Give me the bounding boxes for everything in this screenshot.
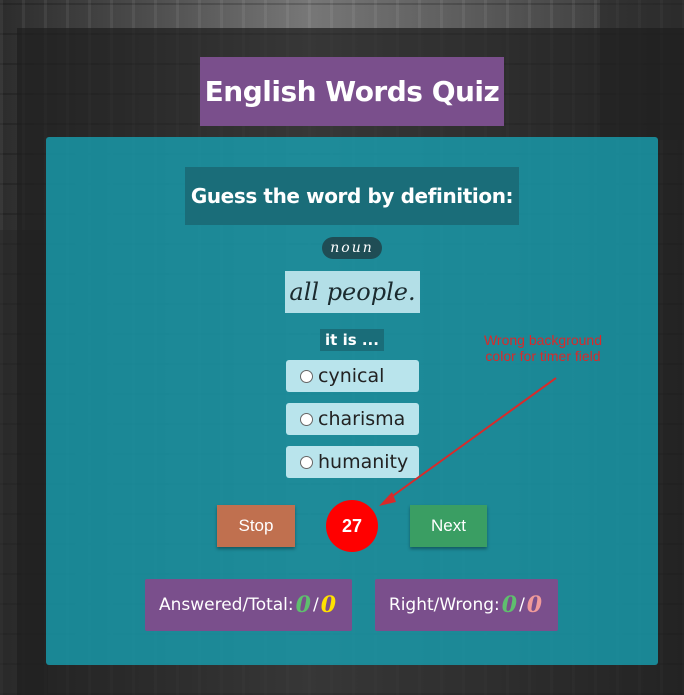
score-separator: / xyxy=(519,595,525,615)
right-wrong-score: Right/Wrong: 0 / 0 xyxy=(375,579,558,631)
page-title: English Words Quiz xyxy=(200,57,504,126)
right-wrong-label: Right/Wrong: xyxy=(388,595,500,615)
right-count: 0 xyxy=(501,592,518,618)
it-is-label: it is ... xyxy=(320,329,384,351)
part-of-speech-badge: noun xyxy=(322,237,382,259)
radio-button[interactable] xyxy=(300,369,313,383)
radio-button[interactable] xyxy=(300,412,313,426)
stop-button[interactable]: Stop xyxy=(217,505,295,547)
answered-count: 0 xyxy=(295,592,311,618)
timer-field: 27 xyxy=(326,500,378,552)
score-separator: / xyxy=(312,595,319,615)
answer-option-label: humanity xyxy=(318,451,409,473)
wrong-count: 0 xyxy=(526,592,543,618)
next-button[interactable]: Next xyxy=(410,505,487,547)
answer-option-humanity[interactable]: humanity xyxy=(286,446,419,478)
annotation-note: Wrong background color for timer field xyxy=(483,332,603,364)
radio-button[interactable] xyxy=(300,455,313,469)
answered-total-score: Answered/Total: 0 / 0 xyxy=(145,579,352,631)
word-definition: all people. xyxy=(285,271,420,313)
answer-option-charisma[interactable]: charisma xyxy=(286,403,419,435)
answered-total-label: Answered/Total: xyxy=(158,595,294,615)
total-count: 0 xyxy=(320,592,336,618)
question-prompt: Guess the word by definition: xyxy=(185,167,519,225)
answer-option-label: cynical xyxy=(318,365,385,387)
answer-option-cynical[interactable]: cynical xyxy=(286,360,419,392)
answer-option-label: charisma xyxy=(318,408,406,430)
